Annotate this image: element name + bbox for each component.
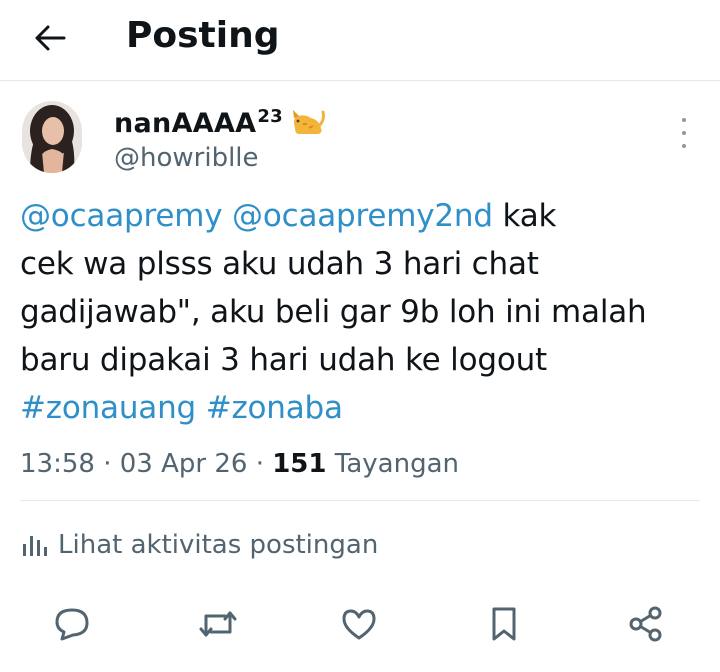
heart-icon: [342, 609, 376, 640]
bookmark-button[interactable]: [482, 596, 526, 652]
post-text-segment: [222, 198, 232, 234]
dot: [682, 118, 686, 122]
author-name-row[interactable]: nanAAAA23: [114, 104, 327, 140]
reply-icon: [55, 608, 89, 641]
analytics-icon: [23, 536, 47, 556]
activity-label: Lihat aktivitas postingan: [58, 530, 379, 560]
views-count: 151: [272, 449, 327, 479]
back-button[interactable]: [30, 18, 70, 58]
dot: [682, 144, 686, 148]
post-text-line: baru dipakai 3 hari udah ke logout: [20, 336, 710, 384]
post-text-segment: kak: [492, 198, 557, 234]
post-text-line: cek wa plsss aku udah 3 hari chat: [20, 240, 710, 288]
post-text-line: gadijawab", aku beli gar 9b loh ini mala…: [20, 288, 710, 336]
hashtag-link[interactable]: #zonauang: [20, 390, 196, 426]
cat-icon: [289, 104, 327, 140]
like-button[interactable]: [337, 596, 381, 652]
page-title: Posting: [126, 15, 280, 56]
post-text-line: @ocaapremy @ocaapremy2nd kak: [20, 192, 710, 240]
display-name: nanAAAA23: [114, 105, 284, 139]
more-options-button[interactable]: [670, 118, 698, 148]
hashtag-link[interactable]: #zonaba: [206, 390, 343, 426]
arrow-left-icon: [35, 25, 66, 51]
reply-button[interactable]: [50, 596, 94, 652]
header-divider: [0, 80, 720, 81]
repost-button[interactable]: [196, 596, 240, 652]
post-text-segment: cek wa plsss aku udah 3 hari chat: [20, 246, 539, 282]
repost-icon: [199, 611, 237, 637]
bookmark-icon: [492, 607, 516, 641]
avatar[interactable]: [22, 101, 82, 173]
action-bar: [0, 596, 720, 652]
post-text-segment: [196, 390, 206, 426]
top-bar: Posting: [0, 0, 720, 80]
post-text-segment: gadijawab", aku beli gar 9b loh ini mala…: [20, 294, 647, 330]
post-date[interactable]: 03 Apr 26: [120, 449, 248, 479]
view-activity-link[interactable]: Lihat aktivitas postingan: [20, 526, 378, 564]
views-label: Tayangan: [334, 449, 459, 479]
share-icon: [629, 606, 662, 642]
post-text-segment: baru dipakai 3 hari udah ke logout: [20, 342, 548, 378]
share-button[interactable]: [624, 596, 668, 652]
post-meta: 13:58 · 03 Apr 26 · 151 Tayangan: [20, 449, 459, 479]
user-handle[interactable]: @howriblle: [114, 141, 259, 175]
dot: [682, 131, 686, 135]
meta-divider: [20, 500, 700, 501]
post-text-line: #zonauang #zonaba: [20, 384, 710, 432]
post-text: @ocaapremy @ocaapremy2nd kak cek wa plsss…: [20, 192, 710, 432]
post-time[interactable]: 13:58: [20, 449, 95, 479]
mention-link[interactable]: @ocaapremy: [20, 198, 223, 234]
mention-link[interactable]: @ocaapremy2nd: [232, 198, 493, 234]
